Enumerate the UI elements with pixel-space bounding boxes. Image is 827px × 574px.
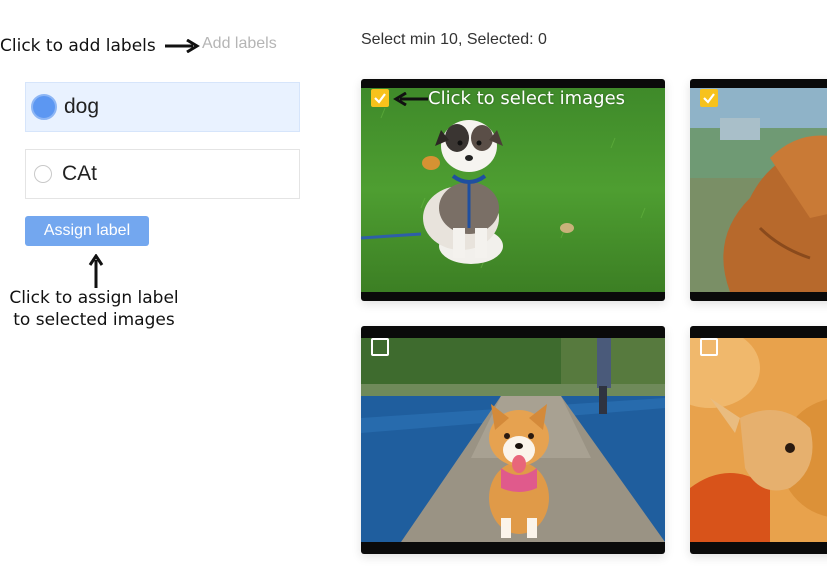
image-card-corgi[interactable] (361, 326, 665, 554)
radio-unchecked[interactable] (34, 165, 52, 183)
assign-hint-line2: to selected images (13, 310, 175, 331)
arrow-right-icon (165, 39, 200, 53)
select-images-hint: Click to select images (428, 88, 626, 109)
image-select-checkbox[interactable] (371, 338, 389, 356)
arrow-left-icon (393, 91, 428, 107)
add-labels-link[interactable]: Add labels (202, 35, 277, 53)
add-labels-hint: Click to add labels (0, 36, 156, 56)
select-images-hint-wrapper: Click to select images (392, 87, 625, 110)
label-name: dog (64, 95, 100, 118)
image-select-checkbox[interactable] (371, 89, 389, 107)
label-option-dog[interactable]: dog (25, 82, 300, 132)
retriever-photo (690, 88, 827, 292)
chihuahua-photo (690, 338, 827, 542)
label-option-cat[interactable]: CAt (25, 149, 300, 199)
assign-label-button[interactable]: Assign label (25, 216, 149, 246)
image-card-puppy[interactable] (361, 79, 665, 301)
selection-status: Select min 10, Selected: 0 (361, 31, 547, 48)
image-card-retriever[interactable] (690, 79, 827, 301)
radio-checked[interactable] (31, 94, 57, 120)
image-select-checkbox[interactable] (700, 89, 718, 107)
arrow-up-icon (88, 254, 104, 288)
image-select-checkbox[interactable] (700, 338, 718, 356)
label-name: CAt (62, 162, 98, 185)
image-card-chihuahua[interactable] (690, 326, 827, 554)
corgi-photo (361, 338, 665, 542)
puppy-photo (361, 88, 665, 292)
assign-hint-line1: Click to assign label (9, 288, 179, 308)
assign-hint: Click to assign label to selected images (5, 287, 183, 331)
